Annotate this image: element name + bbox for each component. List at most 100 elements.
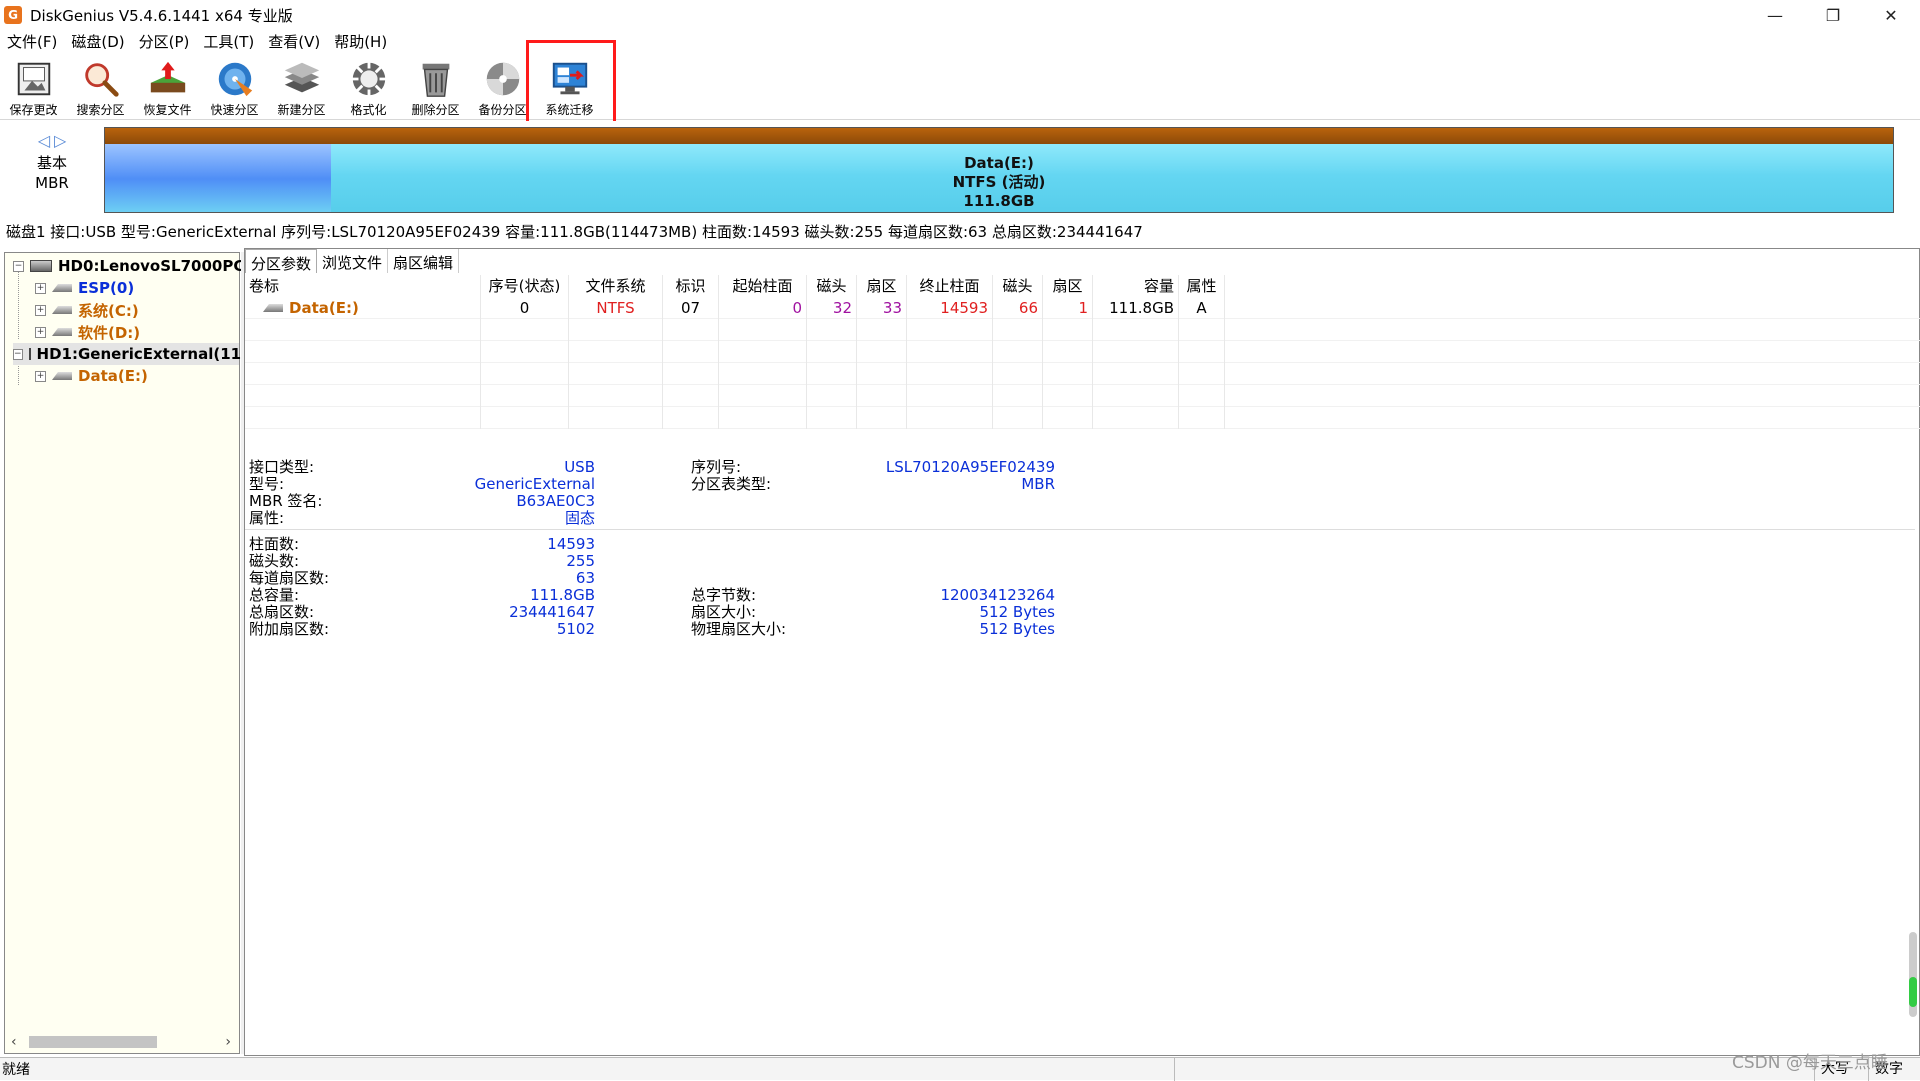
recover-files-button[interactable]: 恢复文件: [134, 52, 201, 118]
total-capacity-label: 总容量:: [249, 586, 300, 604]
col-id[interactable]: 标识: [663, 275, 719, 297]
tree-item-data-e[interactable]: + Data(E:): [35, 365, 148, 387]
app-logo-icon: G: [4, 6, 22, 24]
menu-tools[interactable]: 工具(T): [196, 31, 261, 52]
format-button[interactable]: 格式化: [335, 52, 402, 118]
cell-index: 0: [481, 296, 569, 319]
physical-sector-size-value: 512 Bytes: [979, 620, 1056, 638]
col-capacity[interactable]: 容量: [1093, 275, 1179, 297]
total-bytes-value: 120034123264: [940, 586, 1055, 604]
collapse-icon[interactable]: −: [13, 260, 24, 272]
disk-type-info: ◁ ▷ 基本 MBR: [30, 131, 74, 193]
tree-horizontal-scrollbar[interactable]: ‹ ›: [7, 1033, 237, 1051]
expand-icon[interactable]: +: [35, 304, 46, 316]
col-start-cyl[interactable]: 起始柱面: [719, 275, 807, 297]
partition-bar-fs: NTFS (活动): [952, 173, 1046, 191]
menu-file[interactable]: 文件(F): [0, 31, 64, 52]
col-start-head[interactable]: 磁头: [807, 275, 857, 297]
backup-icon: [486, 62, 519, 96]
empty-row: [245, 362, 1920, 385]
partition-icon: [263, 304, 283, 312]
col-attr[interactable]: 属性: [1179, 275, 1225, 297]
delete-partition-button[interactable]: 删除分区: [402, 52, 469, 118]
total-sectors-label: 总扇区数:: [249, 603, 315, 621]
toolbar: 保存更改 搜索分区 恢复文件 快速分区 新建分区 格式化 删除分区 备份分区 系…: [0, 52, 1920, 120]
minimize-button[interactable]: —: [1746, 0, 1804, 30]
expand-icon[interactable]: +: [35, 326, 46, 338]
col-index[interactable]: 序号(状态): [481, 275, 569, 297]
cell-volume: Data(E:): [245, 296, 481, 319]
menu-help[interactable]: 帮助(H): [327, 31, 394, 52]
disk-tree-panel: − HD0:LenovoSL7000PCI- + ESP(0) + 系统(C:)…: [4, 252, 256, 1054]
menu-view[interactable]: 查看(V): [261, 31, 327, 52]
close-button[interactable]: ✕: [1862, 0, 1920, 30]
status-bar: 就绪 大写 数字: [0, 1057, 1920, 1081]
tool-label: 搜索分区: [76, 103, 125, 117]
total-capacity-value: 111.8GB: [530, 586, 595, 604]
empty-row: [245, 340, 1920, 363]
heads-label: 磁头数:: [249, 552, 300, 570]
tree-label: HD0:LenovoSL7000PCI-: [58, 257, 257, 275]
restore-button[interactable]: ❐: [1804, 0, 1862, 30]
menu-partition[interactable]: 分区(P): [132, 31, 197, 52]
serial-label: 序列号:: [691, 458, 742, 476]
physical-sector-size-label: 物理扇区大小:: [691, 620, 787, 638]
tree-item-system-c[interactable]: + 系统(C:): [35, 299, 139, 321]
scroll-thumb[interactable]: [29, 1036, 157, 1048]
tool-label: 格式化: [350, 103, 387, 117]
scroll-left-icon[interactable]: ‹: [11, 1034, 17, 1050]
extra-sectors-label: 附加扇区数:: [249, 620, 330, 638]
scroll-right-icon[interactable]: ›: [225, 1034, 231, 1050]
gear-disk-icon: [350, 60, 387, 98]
prev-disk-icon[interactable]: ◁: [38, 131, 50, 151]
mbr-signature-value: B63AE0C3: [516, 492, 595, 510]
tab-bar: 分区参数 浏览文件 扇区编辑: [245, 249, 460, 275]
search-partition-button[interactable]: 搜索分区: [67, 52, 134, 118]
status-panel: [1174, 1058, 1814, 1081]
col-end-head[interactable]: 磁头: [993, 275, 1043, 297]
expand-icon[interactable]: +: [35, 370, 46, 382]
col-filesystem[interactable]: 文件系统: [569, 275, 663, 297]
next-disk-icon[interactable]: ▷: [54, 131, 66, 151]
table-row[interactable]: Data(E:) 0 NTFS 07 0 32 33 14593 66 1 11…: [245, 296, 1920, 319]
partition-bar-header: [105, 128, 1893, 144]
empty-row: [245, 318, 1920, 341]
tree-item-hd1[interactable]: − HD1:GenericExternal(11: [13, 343, 241, 365]
total-sectors-value: 234441647: [509, 603, 595, 621]
tree-label: ESP(0): [78, 279, 135, 297]
col-end-cyl[interactable]: 终止柱面: [907, 275, 993, 297]
disk-info-line: 磁盘1 接口:USB 型号:GenericExternal 序列号:LSL701…: [6, 223, 1143, 241]
partition-table: 卷标 序号(状态) 文件系统 标识 起始柱面 磁头 扇区 终止柱面 磁头 扇区 …: [245, 275, 1920, 429]
save-icon: [17, 62, 50, 96]
status-ready: 就绪: [2, 1062, 30, 1078]
search-icon: [84, 63, 119, 97]
sectors-per-track-label: 每道扇区数:: [249, 569, 330, 587]
new-partition-button[interactable]: 新建分区: [268, 52, 335, 118]
tab-sector-edit[interactable]: 扇区编辑: [388, 249, 460, 273]
empty-row: [245, 384, 1920, 407]
quick-partition-button[interactable]: 快速分区: [201, 52, 268, 118]
sector-size-value: 512 Bytes: [979, 603, 1056, 621]
col-end-sector[interactable]: 扇区: [1043, 275, 1093, 297]
table-header: 卷标 序号(状态) 文件系统 标识 起始柱面 磁头 扇区 终止柱面 磁头 扇区 …: [245, 275, 1920, 297]
save-changes-button[interactable]: 保存更改: [0, 52, 67, 118]
extra-sectors-value: 5102: [556, 620, 595, 638]
tree-item-esp[interactable]: + ESP(0): [35, 277, 134, 299]
tool-label: 备份分区: [478, 103, 527, 117]
cylinders-label: 柱面数:: [249, 535, 300, 553]
tree-item-software-d[interactable]: + 软件(D:): [35, 321, 140, 343]
tree-item-hd0[interactable]: − HD0:LenovoSL7000PCI-: [13, 255, 256, 277]
col-start-sector[interactable]: 扇区: [857, 275, 907, 297]
tool-label: 删除分区: [411, 103, 460, 117]
tab-partition-params[interactable]: 分区参数: [245, 249, 318, 273]
collapse-icon[interactable]: −: [13, 348, 23, 360]
partition-bar-size: 111.8GB: [963, 192, 1035, 210]
tab-browse-files[interactable]: 浏览文件: [317, 249, 389, 273]
partition-bar[interactable]: Data(E:) NTFS (活动) 111.8GB: [104, 127, 1894, 213]
col-volume[interactable]: 卷标: [245, 275, 481, 297]
menu-disk[interactable]: 磁盘(D): [64, 31, 131, 52]
scroll-indicator: [1909, 977, 1917, 1007]
expand-icon[interactable]: +: [35, 282, 46, 294]
tool-label: 快速分区: [210, 103, 259, 117]
cell-start-sector: 33: [857, 296, 907, 319]
